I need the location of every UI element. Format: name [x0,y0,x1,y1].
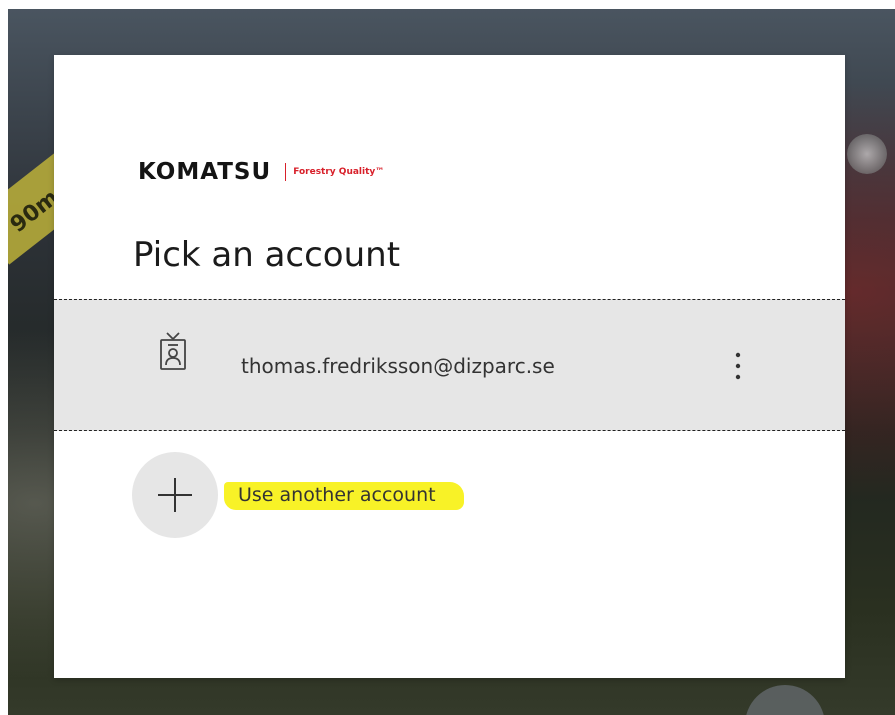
plus-icon-container [132,452,218,538]
use-another-account-label: Use another account [224,482,464,510]
sign-in-card: KOMATSU Forestry Quality™ Pick an accoun… [54,55,845,678]
account-tile[interactable]: thomas.fredriksson@dizparc.se [54,299,845,431]
account-email: thomas.fredriksson@dizparc.se [241,354,555,378]
page-title: Pick an account [133,235,401,275]
brand-separator [285,163,287,181]
brand-tagline: Forestry Quality™ [293,167,385,177]
brand-wordmark: KOMATSU [138,159,272,185]
plus-icon [158,478,192,512]
background-wheel [745,685,825,715]
more-vertical-icon[interactable] [726,348,750,384]
background-light [847,134,887,174]
badge-person-icon [158,330,188,372]
use-another-account-button[interactable]: Use another account [132,452,592,538]
brand-logo: KOMATSU Forestry Quality™ [138,159,384,185]
